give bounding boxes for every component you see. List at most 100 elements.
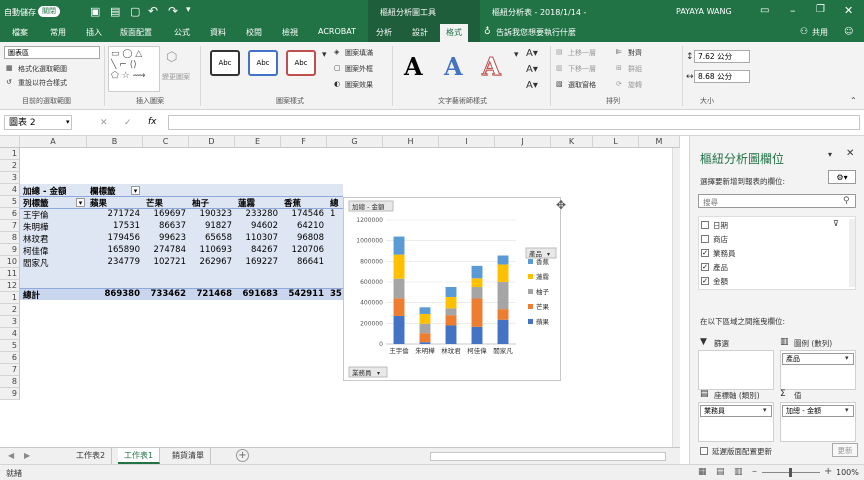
text-effects-icon[interactable]: A▾ xyxy=(526,80,538,91)
field-checkbox-store[interactable] xyxy=(701,235,709,243)
column-header[interactable]: B xyxy=(87,136,143,148)
axis-chip-dropdown-icon[interactable]: ▾ xyxy=(763,406,767,414)
pivot-row-name[interactable]: 柯佳偉 xyxy=(23,245,49,257)
prev-sheet-icon[interactable]: ◀ xyxy=(8,451,14,460)
shapes-gallery[interactable]: ▭ ◯ △ ╲ ⌐ ⟨⟩ ⬠ ☆ ⟿ xyxy=(108,46,160,92)
column-header[interactable]: J xyxy=(495,136,551,148)
row-header[interactable]: 1 xyxy=(0,292,20,304)
pivot-cell[interactable]: 110693 xyxy=(189,245,235,255)
tab-insert[interactable]: 插入 xyxy=(86,27,102,38)
wordart-style-black[interactable]: A xyxy=(404,52,423,81)
selection-pane-button[interactable]: 選取窗格 xyxy=(568,80,596,90)
shape-outline-button[interactable]: 圖案外框 xyxy=(345,64,373,74)
update-button[interactable]: 更新 xyxy=(832,443,858,457)
insert-function-icon[interactable]: fx xyxy=(148,117,157,127)
chart-element-select[interactable]: 圖表區 xyxy=(4,46,100,59)
field-label[interactable]: 金額 xyxy=(713,276,728,287)
row-filter-icon[interactable]: ▾ xyxy=(76,198,85,207)
field-checkbox-salesperson[interactable]: ✓ xyxy=(701,249,709,257)
reset-match-style-button[interactable]: 重設以符合樣式 xyxy=(18,78,67,88)
field-checkbox-product[interactable]: ✓ xyxy=(701,263,709,271)
text-fill-icon[interactable]: A▾ xyxy=(526,48,538,59)
pivot-cell[interactable]: 165890 xyxy=(87,245,143,255)
row-header[interactable]: 5 xyxy=(0,340,20,352)
tab-design[interactable]: 設計 xyxy=(412,27,428,38)
pivot-cell[interactable]: 99623 xyxy=(143,233,189,243)
row-header[interactable]: 2 xyxy=(0,304,20,316)
text-outline-icon[interactable]: A▾ xyxy=(526,64,538,75)
close-icon[interactable]: ✕ xyxy=(844,4,853,17)
pivot-cell[interactable]: 120706 xyxy=(281,245,327,255)
shape-style-red[interactable]: Abc xyxy=(286,50,316,76)
pivot-total-cell[interactable]: 691683 xyxy=(235,289,281,299)
row-header[interactable]: 3 xyxy=(0,172,20,184)
pivot-cell[interactable]: 174546 xyxy=(281,209,327,219)
row-header[interactable]: 7 xyxy=(0,364,20,376)
pivot-cell[interactable]: 190323 xyxy=(189,209,235,219)
pivot-row-label[interactable]: 列標籤 xyxy=(23,197,49,209)
comments-icon[interactable]: ☺ xyxy=(844,27,853,37)
tab-analyze[interactable]: 分析 xyxy=(376,27,392,38)
wordart-style-outline[interactable]: A xyxy=(482,52,502,82)
zoom-slider-thumb[interactable] xyxy=(789,468,792,477)
row-header[interactable]: 4 xyxy=(0,184,20,196)
column-header[interactable]: L xyxy=(593,136,639,148)
select-all-corner[interactable] xyxy=(0,136,20,148)
field-list-scrollbar[interactable] xyxy=(849,219,855,287)
pivot-total-cell[interactable]: 35 xyxy=(330,289,343,299)
change-shape-button[interactable]: 變更圖案 xyxy=(162,72,190,82)
pivot-total-cell[interactable]: 869380 xyxy=(87,289,143,299)
column-header[interactable]: G xyxy=(327,136,383,148)
normal-view-icon[interactable]: ▦ xyxy=(698,467,707,477)
legend-drop-zone[interactable]: 產品 ▾ xyxy=(780,350,856,390)
row-header[interactable]: 9 xyxy=(0,388,20,400)
pane-options-icon[interactable]: ▾ xyxy=(828,150,832,159)
horizontal-scrollbar[interactable] xyxy=(430,452,666,461)
pivot-cell[interactable]: 262967 xyxy=(189,257,235,267)
confirm-icon[interactable]: ✓ xyxy=(124,118,132,128)
add-sheet-button[interactable]: + xyxy=(236,449,249,462)
format-selection-button[interactable]: 格式化選取範圍 xyxy=(18,64,67,74)
pivot-cell[interactable]: 169697 xyxy=(143,209,189,219)
pivot-cell[interactable]: 110307 xyxy=(235,233,281,243)
bring-forward-button[interactable]: 上移一層 xyxy=(568,48,596,58)
pivot-row-name[interactable]: 王宇倫 xyxy=(23,209,49,221)
column-header[interactable]: C xyxy=(143,136,189,148)
tab-home[interactable]: 常用 xyxy=(50,27,66,38)
tab-format[interactable]: 格式 xyxy=(440,24,468,42)
row-header[interactable]: 9 xyxy=(0,244,20,256)
tab-review[interactable]: 校閱 xyxy=(246,27,262,38)
autosave-toggle[interactable]: 關閉 xyxy=(38,6,60,17)
shape-effects-button[interactable]: 圖案效果 xyxy=(345,80,373,90)
share-button[interactable]: 共用 xyxy=(812,27,828,38)
name-box[interactable]: 圖表 2 xyxy=(4,115,72,130)
page-layout-view-icon[interactable]: ▤ xyxy=(716,467,725,477)
values-chip-dropdown-icon[interactable]: ▾ xyxy=(845,406,849,414)
undo-icon[interactable]: ↶ xyxy=(148,4,158,18)
customize-qat-icon[interactable]: ▾ xyxy=(186,5,191,15)
pivot-cell[interactable]: 65658 xyxy=(189,233,235,243)
row-header[interactable]: 7 xyxy=(0,220,20,232)
send-backward-button[interactable]: 下移一層 xyxy=(568,64,596,74)
pivot-cell[interactable]: 274784 xyxy=(143,245,189,255)
tab-formulas[interactable]: 公式 xyxy=(174,27,190,38)
zoom-in-icon[interactable]: + xyxy=(824,466,832,477)
pivot-row-name[interactable]: 林玟君 xyxy=(23,233,49,245)
cancel-icon[interactable]: ✕ xyxy=(100,118,108,128)
legend-field-chip[interactable]: 產品 xyxy=(782,353,854,365)
pivot-cell[interactable]: 86637 xyxy=(143,221,189,231)
pane-settings-gear-icon[interactable]: ⚙▾ xyxy=(828,170,856,184)
pivot-cell[interactable]: 96808 xyxy=(281,233,327,243)
next-sheet-icon[interactable]: ▶ xyxy=(24,451,30,460)
page-break-view-icon[interactable]: ▥ xyxy=(734,467,743,477)
formula-input[interactable] xyxy=(168,115,860,130)
redo-icon[interactable]: ↷ xyxy=(168,4,178,18)
field-label[interactable]: 商店 xyxy=(713,234,728,245)
pivot-cell[interactable]: 233280 xyxy=(235,209,281,219)
wordart-more-icon[interactable]: ▾ xyxy=(514,50,519,60)
col-filter-icon[interactable]: ▾ xyxy=(131,186,140,195)
row-header[interactable]: 6 xyxy=(0,208,20,220)
pivot-cell[interactable]: 169227 xyxy=(235,257,281,267)
row-header[interactable]: 2 xyxy=(0,160,20,172)
pivot-cell[interactable]: 64210 xyxy=(281,221,327,231)
